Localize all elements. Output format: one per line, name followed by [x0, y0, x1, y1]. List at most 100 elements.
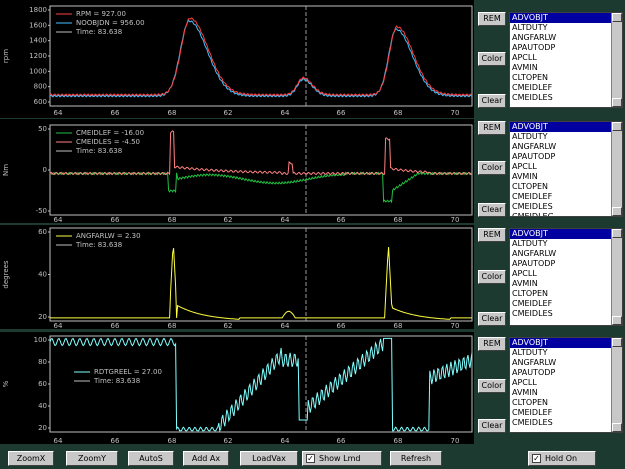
list-item[interactable]: ALTDUTY: [510, 23, 611, 33]
y-tick-label: -50: [36, 207, 47, 215]
list-item[interactable]: ALTDUTY: [510, 132, 611, 142]
rem-button[interactable]: REM: [478, 337, 506, 351]
list-item[interactable]: APAUTODP: [510, 152, 611, 162]
list-item[interactable]: APAUTODP: [510, 368, 611, 378]
scroll-up-arrow[interactable]: [612, 122, 622, 131]
scrollbar[interactable]: [611, 338, 622, 432]
list-item[interactable]: ADVOBJT: [510, 122, 611, 132]
angle-chart[interactable]: degrees 60 40 20 64 66 68 62 64 66 68 70 ANGFARLW = …: [0, 225, 474, 329]
list-item[interactable]: CLTOPEN: [510, 289, 611, 299]
side-controls-1: REM Color Clear ADVOBJT ALTDUTY ANGFARLW AP…: [476, 10, 625, 115]
zoomy-button[interactable]: ZoomY: [66, 451, 118, 466]
clear-button[interactable]: Clear: [478, 203, 506, 217]
scroll-down-arrow[interactable]: [612, 316, 622, 325]
list-item[interactable]: CMEIDLES: [510, 93, 611, 103]
show-lmd-checkbox[interactable]: ✓: [306, 454, 315, 463]
scrollbar[interactable]: [611, 229, 622, 325]
scrollbar[interactable]: [611, 13, 622, 107]
side-controls-2: REM Color Clear ADVOBJT ALTDUTY ANGFARLW AP…: [476, 119, 625, 219]
x-tick-label: 68: [394, 109, 403, 117]
list-item[interactable]: CMEIDLEG: [510, 212, 611, 216]
list-item[interactable]: CLTOPEN: [510, 73, 611, 83]
clear-button[interactable]: Clear: [478, 419, 506, 433]
rem-button[interactable]: REM: [478, 228, 506, 242]
load-vax-button[interactable]: LoadVax: [240, 451, 298, 466]
add-axis-button[interactable]: Add Ax: [183, 451, 229, 466]
list-item[interactable]: CMEIDLEF: [510, 192, 611, 202]
list-item[interactable]: ADVOBJT: [510, 13, 611, 23]
x-tick-label: 70: [451, 322, 460, 329]
clear-button[interactable]: Clear: [478, 94, 506, 108]
legend-label: Time: 83.638: [75, 147, 122, 155]
list-item[interactable]: ANGFARLW: [510, 33, 611, 43]
list-item[interactable]: ALTDUTY: [510, 239, 611, 249]
side-controls-3: REM Color Clear ADVOBJT ALTDUTY ANGFARLW AP…: [476, 226, 625, 326]
list-item[interactable]: CMEIDLES: [510, 309, 611, 319]
x-tick-label: 68: [394, 437, 403, 444]
scroll-up-arrow[interactable]: [612, 338, 622, 347]
scroll-up-arrow[interactable]: [612, 13, 622, 22]
variable-list[interactable]: ADVOBJT ALTDUTY ANGFARLW APAUTODP APCLL AVMIN…: [509, 228, 623, 326]
list-item[interactable]: CLTOPEN: [510, 398, 611, 408]
list-item[interactable]: AVMIN: [510, 63, 611, 73]
plot-panel-rpm[interactable]: rpm 1800 1600 1400 1200 1000 800 600 64 66 68 62 64 6…: [0, 0, 474, 118]
list-item[interactable]: APCLL: [510, 53, 611, 63]
list-item[interactable]: ALTDUTY: [510, 348, 611, 358]
list-item[interactable]: ADVOBJT: [510, 229, 611, 239]
list-item[interactable]: APAUTODP: [510, 43, 611, 53]
list-item[interactable]: CMEIDLES: [510, 202, 611, 212]
autos-button[interactable]: AutoS: [128, 451, 174, 466]
legend-label: RDTGREEL = 27.00: [94, 368, 162, 376]
hold-on-toggle[interactable]: ✓ Hold On: [528, 451, 596, 466]
list-item[interactable]: CMEIDLEF: [510, 408, 611, 418]
scroll-up-arrow[interactable]: [612, 229, 622, 238]
list-item[interactable]: ANGFARLW: [510, 142, 611, 152]
variable-list[interactable]: ADVOBJT ALTDUTY ANGFARLW APAUTODP APCLL AVMIN…: [509, 337, 623, 433]
list-item[interactable]: ANGFARLW: [510, 249, 611, 259]
plot-panel-torque[interactable]: Nm 50 0 -50 64 66 68 62 64 66 68 70 CMEIDLEF = -16.0…: [0, 119, 474, 223]
x-tick-label: 66: [111, 216, 120, 223]
rem-button[interactable]: REM: [478, 121, 506, 135]
x-tick-label: 68: [168, 322, 177, 329]
list-item[interactable]: APCLL: [510, 378, 611, 388]
legend-label: Time: 83.638: [75, 28, 122, 36]
variable-list[interactable]: ADVOBJT ALTDUTY ANGFARLW APAUTODP APCLL AVMIN…: [509, 12, 623, 108]
list-item[interactable]: AVMIN: [510, 172, 611, 182]
color-button[interactable]: Color: [478, 379, 506, 393]
clear-button[interactable]: Clear: [478, 312, 506, 326]
rem-button[interactable]: REM: [478, 12, 506, 26]
list-item[interactable]: APCLL: [510, 162, 611, 172]
x-tick-label: 68: [168, 437, 177, 444]
scroll-down-arrow[interactable]: [612, 423, 622, 432]
show-lmd-toggle[interactable]: ✓ Show Lmd: [302, 451, 382, 466]
list-item[interactable]: AVMIN: [510, 279, 611, 289]
list-item[interactable]: APAUTODP: [510, 259, 611, 269]
rpm-chart[interactable]: rpm 1800 1600 1400 1200 1000 800 600 64 66 68 62 64 6…: [0, 0, 474, 118]
list-item[interactable]: ANGFARLW: [510, 358, 611, 368]
show-lmd-label: Show Lmd: [319, 454, 361, 463]
zoomx-button[interactable]: ZoomX: [8, 451, 54, 466]
list-item[interactable]: CMEIDLEF: [510, 83, 611, 93]
scrollbar[interactable]: [611, 122, 622, 216]
list-item[interactable]: CMEIDLEF: [510, 299, 611, 309]
list-item[interactable]: ADVOBJT: [510, 338, 611, 348]
refresh-button[interactable]: Refresh: [390, 451, 442, 466]
scroll-down-arrow[interactable]: [612, 207, 622, 216]
color-button[interactable]: Color: [478, 161, 506, 175]
hold-on-checkbox[interactable]: ✓: [532, 454, 541, 463]
plot-panel-angle[interactable]: degrees 60 40 20 64 66 68 62 64 66 68 70 ANGFARLW = …: [0, 225, 474, 329]
plot-panel-percent[interactable]: % 100 80 60 40 20 64 66 68 62 64 66 68 70 RDTGREEL = 2…: [0, 332, 474, 444]
list-item[interactable]: CLTOPEN: [510, 182, 611, 192]
list-item[interactable]: APCLL: [510, 269, 611, 279]
list-item[interactable]: AVMIN: [510, 388, 611, 398]
list-item[interactable]: CMEIDLES: [510, 418, 611, 428]
scroll-down-arrow[interactable]: [612, 98, 622, 107]
torque-chart[interactable]: Nm 50 0 -50 64 66 68 62 64 66 68 70 CMEIDLEF = -16.0…: [0, 119, 474, 223]
color-button[interactable]: Color: [478, 270, 506, 284]
x-tick-label: 62: [224, 109, 233, 117]
x-tick-label: 62: [224, 322, 233, 329]
percent-chart[interactable]: % 100 80 60 40 20 64 66 68 62 64 66 68 70 RDTGREEL = 2…: [0, 332, 474, 444]
color-button[interactable]: Color: [478, 52, 506, 66]
x-tick-label: 66: [337, 437, 346, 444]
variable-list[interactable]: ADVOBJT ALTDUTY ANGFARLW APAUTODP APCLL AVMIN…: [509, 121, 623, 217]
